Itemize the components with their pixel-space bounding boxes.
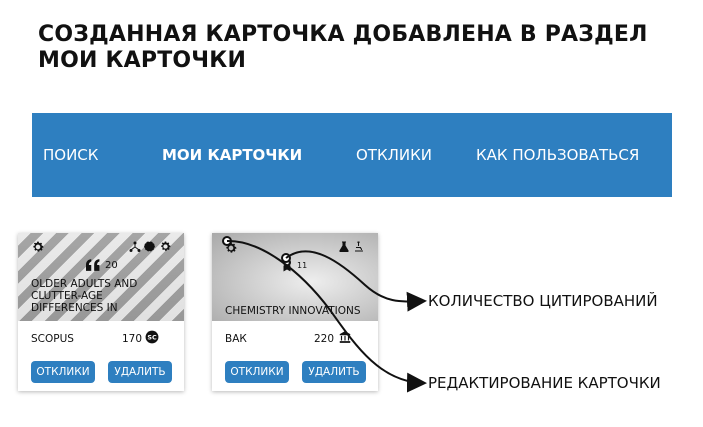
card-image: 11 CHEMISTRY INNOVATIONS (212, 233, 378, 321)
citation-count: 11 (297, 261, 308, 270)
scopus-icon: SC (145, 330, 159, 344)
card-1[interactable]: 20 OLDER ADULTS AND CLUTTER-AGE DIFFEREN… (18, 233, 184, 391)
headline-line-1: СОЗДАННАЯ КАРТОЧКА ДОБАВЛЕНА В РАЗДЕЛ (38, 22, 648, 47)
gear-icon[interactable] (31, 240, 45, 254)
card-title: CHEMISTRY INNOVATIONS (225, 305, 361, 317)
source-value: 170 (122, 333, 143, 345)
responses-button[interactable]: ОТКЛИКИ (225, 361, 289, 383)
headline-line-2: МОИ КАРТОЧКИ (38, 48, 247, 73)
nav-item-my-cards[interactable]: МОИ КАРТОЧКИ (162, 113, 302, 197)
edit-annotation-label: РЕДАКТИРОВАНИЕ КАРТОЧКИ (428, 374, 661, 392)
page-headline: СОЗДАННАЯ КАРТОЧКА ДОБАВЛЕНА В РАЗДЕЛ МО… (38, 22, 688, 74)
brain-icon (144, 241, 155, 252)
nav-item-search[interactable]: ПОИСК (43, 113, 98, 197)
citations-annotation-label: КОЛИЧЕСТВО ЦИТИРОВАНИЙ (428, 292, 658, 310)
main-navbar: ПОИСК МОИ КАРТОЧКИ ОТКЛИКИ КАК ПОЛЬЗОВАТ… (32, 113, 672, 197)
network-icon (129, 241, 141, 252)
card-2[interactable]: 11 CHEMISTRY INNOVATIONS ВАК 220 ОТКЛИКИ… (212, 233, 378, 391)
source-label: ВАК (225, 333, 247, 345)
gear-icon (161, 241, 171, 251)
gear-icon[interactable] (224, 241, 238, 255)
citation-count: 20 (105, 260, 118, 271)
nav-item-how-to-use[interactable]: КАК ПОЛЬЗОВАТЬСЯ (476, 113, 639, 197)
delete-button[interactable]: УДАЛИТЬ (108, 361, 172, 383)
nav-item-responses[interactable]: ОТКЛИКИ (356, 113, 432, 197)
quote-icon (86, 259, 100, 271)
source-value: 220 (314, 333, 335, 345)
delete-button[interactable]: УДАЛИТЬ (302, 361, 366, 383)
microscope-icon (355, 241, 363, 252)
card-image: 20 OLDER ADULTS AND CLUTTER-AGE DIFFEREN… (18, 233, 184, 321)
card-title: OLDER ADULTS AND CLUTTER-AGE DIFFERENCES… (31, 278, 138, 314)
responses-button[interactable]: ОТКЛИКИ (31, 361, 95, 383)
vak-icon (339, 331, 351, 343)
award-icon (283, 258, 291, 272)
source-label: SCOPUS (31, 333, 74, 345)
svg-text:SC: SC (147, 333, 157, 341)
flask-icon (339, 241, 349, 253)
